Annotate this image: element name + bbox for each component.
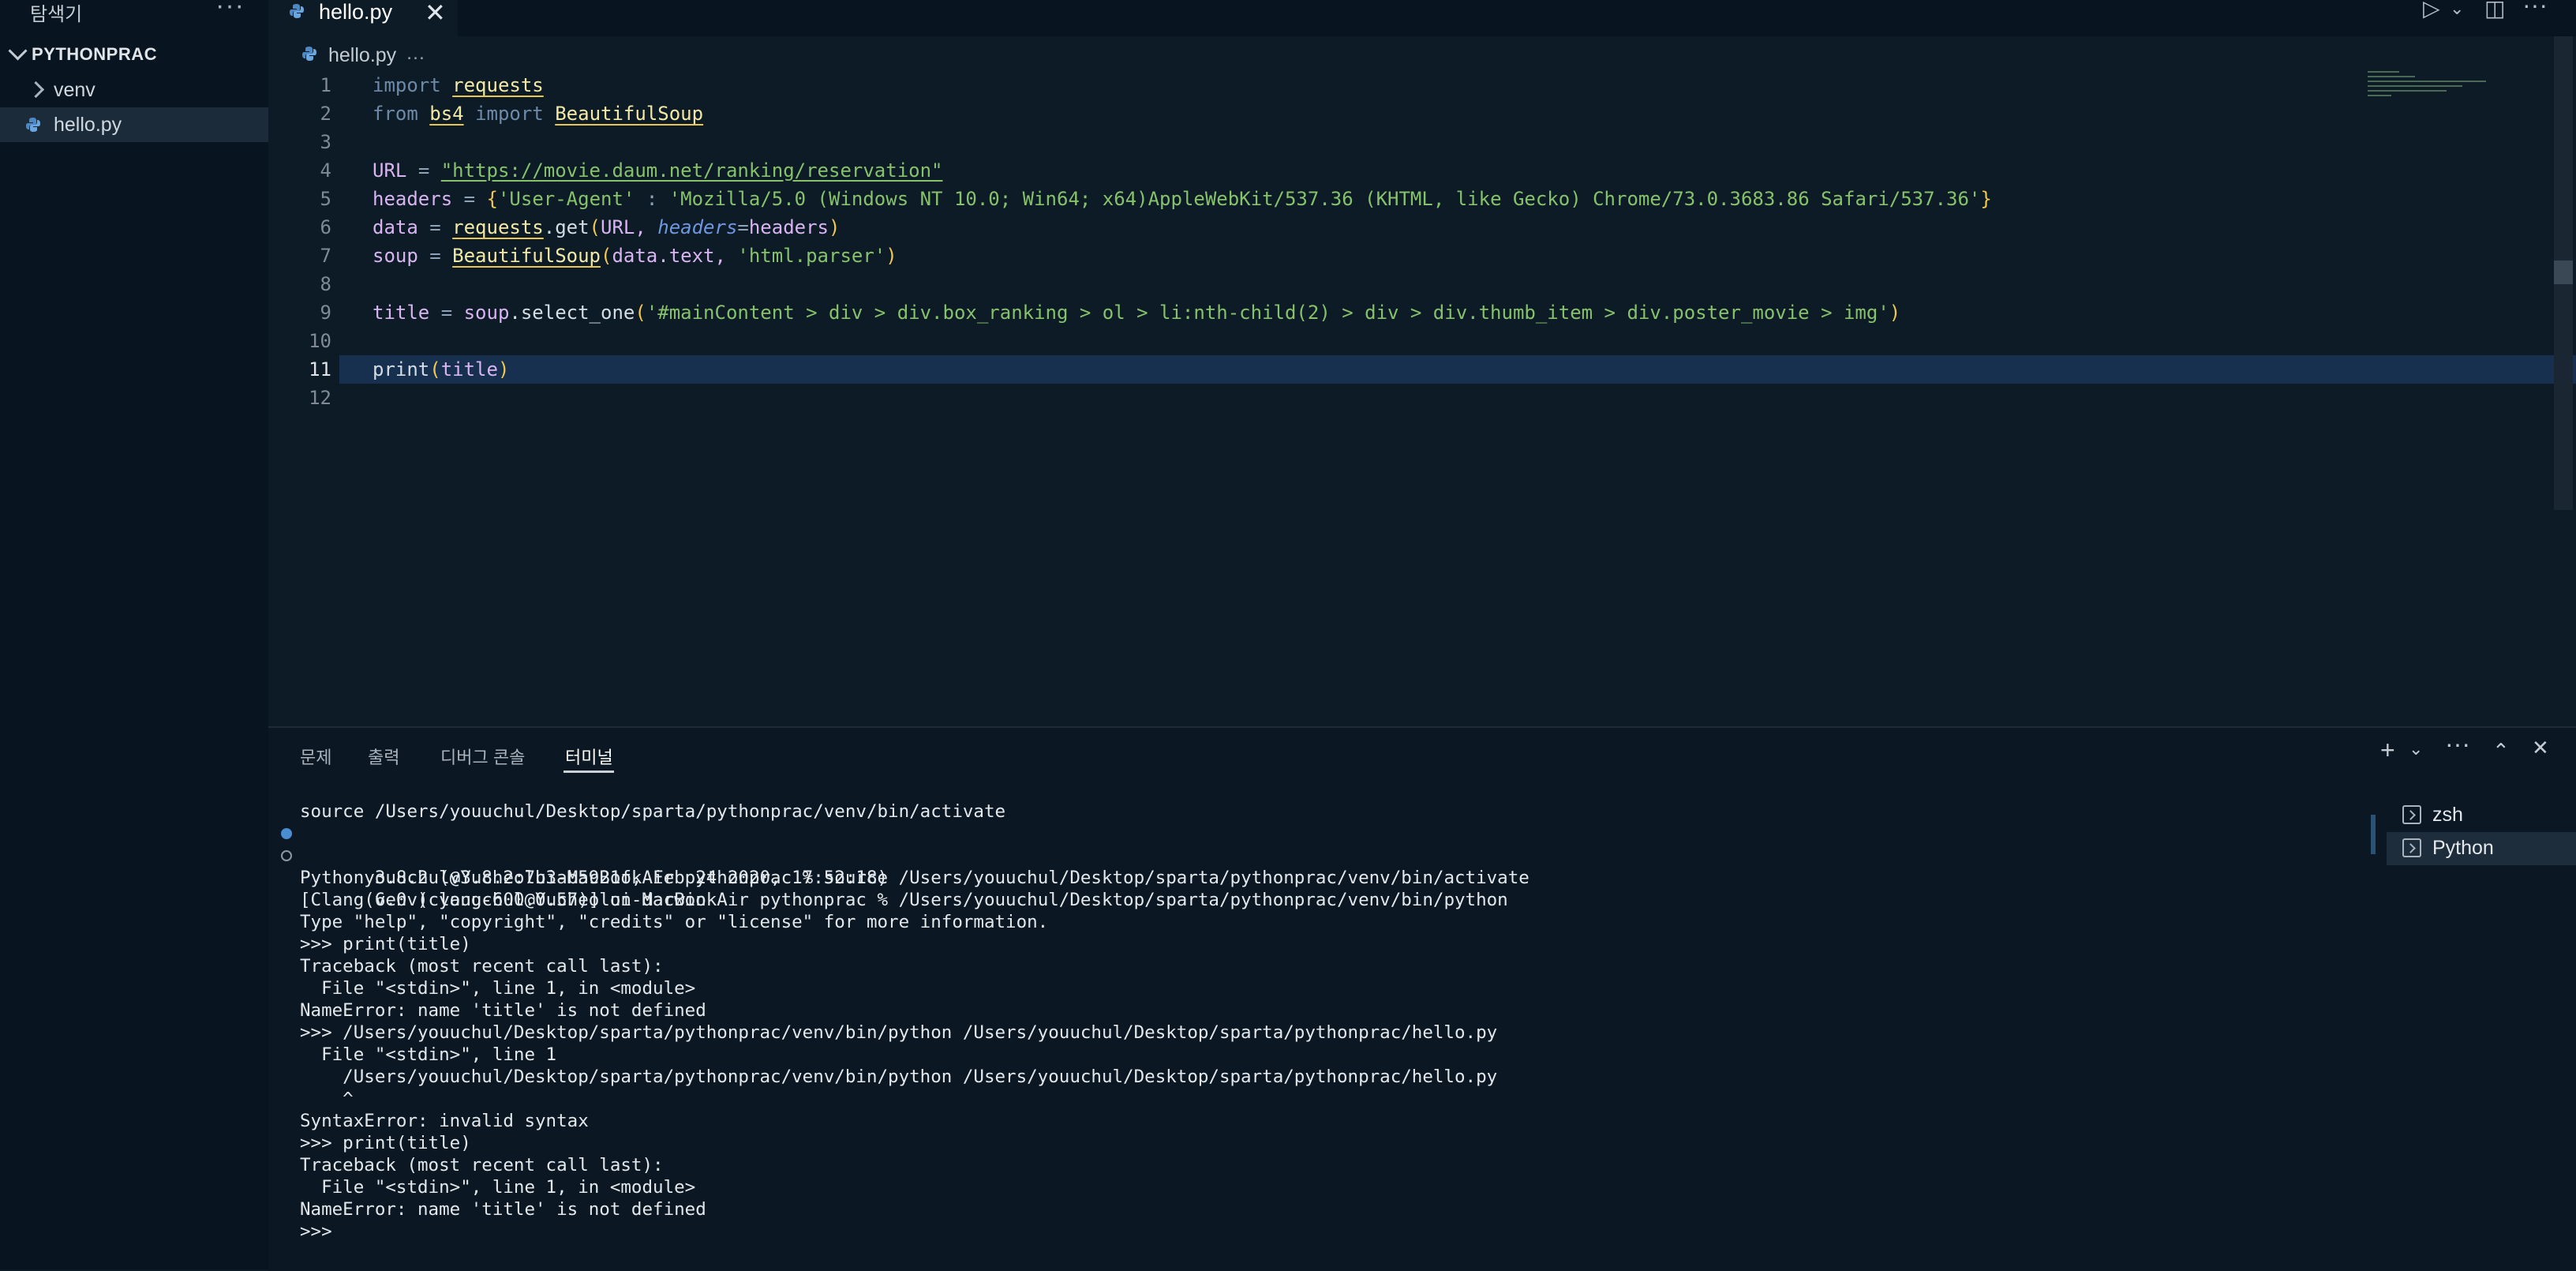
terminal-line: source /Users/youuchul/Desktop/sparta/py… bbox=[300, 801, 1006, 822]
code-line: 3 bbox=[268, 128, 2363, 156]
terminal-item-python[interactable]: Python bbox=[2387, 832, 2576, 865]
line-number: 4 bbox=[320, 159, 331, 182]
sidebar-title: 탐색기 bbox=[30, 4, 83, 25]
terminal-prompt: >>> bbox=[300, 1221, 343, 1242]
python-file-icon bbox=[26, 118, 40, 132]
maximize-panel-icon[interactable]: ⌃ bbox=[2492, 739, 2510, 763]
code-line: 5 headers = {'User-Agent' : 'Mozilla/5.0… bbox=[268, 185, 2363, 213]
code-editor[interactable]: 1 import requests 2 from bs4 import Beau… bbox=[268, 71, 2576, 726]
more-actions-icon[interactable]: ··· bbox=[2522, 0, 2548, 20]
tab-problems[interactable]: 문제 bbox=[300, 744, 331, 769]
run-dropdown-icon[interactable]: ⌄ bbox=[2450, 0, 2464, 19]
terminal-line: File "<stdin>", line 1, in <module> bbox=[300, 978, 696, 999]
terminal-scroll-indicator bbox=[2371, 815, 2376, 854]
tab-output[interactable]: 출력 bbox=[368, 744, 399, 769]
editor-actions: ▷ ⌄ ◫ ··· bbox=[2418, 0, 2576, 24]
scrollbar-thumb[interactable] bbox=[2554, 261, 2573, 284]
terminal-item-zsh[interactable]: zsh bbox=[2387, 799, 2576, 832]
tab-hello-py[interactable]: hello.py ✕ bbox=[268, 0, 458, 36]
code-line: 8 bbox=[268, 270, 2363, 298]
python-file-icon bbox=[302, 47, 316, 61]
close-panel-icon[interactable]: ✕ bbox=[2532, 736, 2549, 760]
tree-item-hello-py[interactable]: hello.py bbox=[0, 107, 268, 142]
terminal-line: ^ bbox=[300, 1089, 354, 1109]
terminal-dropdown-icon[interactable]: ⌄ bbox=[2409, 739, 2423, 759]
terminal-line: NameError: name 'title' is not defined bbox=[300, 1199, 706, 1220]
terminal-line: >>> print(title) bbox=[300, 1133, 471, 1153]
line-number: 6 bbox=[320, 216, 331, 238]
tree-item-label: venv bbox=[54, 79, 95, 101]
bottom-panel: 문제 출력 디버그 콘솔 터미널 + ⌄ ··· ⌃ ✕ source /Use… bbox=[268, 726, 2576, 1271]
line-number: 9 bbox=[320, 302, 331, 324]
code-line: 12 bbox=[268, 384, 2363, 412]
code-line: 9 title = soup.select_one('#mainContent … bbox=[268, 298, 2363, 327]
terminal-item-label: zsh bbox=[2432, 804, 2463, 826]
terminal-line: File "<stdin>", line 1 bbox=[300, 1044, 557, 1065]
add-terminal-icon[interactable]: + bbox=[2380, 736, 2395, 765]
terminal-item-label: Python bbox=[2432, 837, 2494, 859]
code-line: 1 import requests bbox=[268, 71, 2363, 99]
code-line: 2 from bs4 import BeautifulSoup bbox=[268, 99, 2363, 128]
sidebar-header: 탐색기 ··· bbox=[0, 0, 268, 25]
code-line: 4 URL = "https://movie.daum.net/ranking/… bbox=[268, 156, 2363, 185]
line-number: 1 bbox=[320, 74, 331, 96]
tab-debug-console[interactable]: 디버그 콘솔 bbox=[440, 744, 525, 769]
workspace-section-header[interactable]: PYTHONPRAC bbox=[0, 39, 268, 71]
tree-item-venv[interactable]: venv bbox=[0, 73, 268, 107]
sidebar-more-icon[interactable]: ··· bbox=[215, 0, 245, 21]
code-line: 6 data = requests.get(URL, headers=heade… bbox=[268, 213, 2363, 242]
tab-terminal[interactable]: 터미널 bbox=[565, 744, 613, 769]
terminal-line: >>> print(title) bbox=[300, 934, 471, 954]
python-file-icon bbox=[290, 4, 304, 18]
run-icon[interactable]: ▷ bbox=[2423, 0, 2440, 21]
code-line: 7 soup = BeautifulSoup(data.text, 'html.… bbox=[268, 242, 2363, 270]
terminal-line: Type "help", "copyright", "credits" or "… bbox=[300, 912, 1049, 932]
chevron-down-icon bbox=[8, 41, 28, 61]
close-icon[interactable]: ✕ bbox=[425, 0, 446, 28]
terminal-line: youuchul@Yucheolui-MacBookAir pythonprac… bbox=[281, 823, 2576, 888]
breadcrumb-ellipsis[interactable]: … bbox=[406, 42, 425, 65]
minimap[interactable] bbox=[2368, 71, 2541, 118]
terminal-icon bbox=[2402, 805, 2421, 824]
chevron-right-icon bbox=[27, 81, 45, 99]
tab-label: hello.py bbox=[319, 0, 393, 24]
line-number: 7 bbox=[320, 245, 331, 267]
active-tab-indicator bbox=[564, 770, 614, 773]
split-editor-icon[interactable]: ◫ bbox=[2484, 0, 2505, 21]
code-line-current: 11 print(title) bbox=[309, 355, 2576, 384]
command-success-dot[interactable] bbox=[281, 828, 292, 839]
line-number: 5 bbox=[320, 188, 331, 210]
terminal-line: >>> /Users/youuchul/Desktop/sparta/pytho… bbox=[300, 1022, 1498, 1043]
terminal-line: (venv) youuchul@Yucheolui-MacBookAir pyt… bbox=[281, 845, 2576, 910]
explorer-sidebar: 탐색기 ··· PYTHONPRAC venv hello.py bbox=[0, 0, 268, 1269]
terminal-line: /Users/youuchul/Desktop/sparta/pythonpra… bbox=[300, 1067, 1498, 1087]
tree-item-label: hello.py bbox=[54, 114, 122, 136]
terminal-output[interactable]: source /Users/youuchul/Desktop/sparta/py… bbox=[281, 800, 2576, 1243]
terminal-line: Traceback (most recent call last): bbox=[300, 956, 664, 977]
breadcrumb-file[interactable]: hello.py bbox=[328, 44, 396, 67]
line-number: 3 bbox=[320, 131, 331, 153]
command-running-dot[interactable] bbox=[281, 850, 292, 861]
more-actions-icon[interactable]: ··· bbox=[2445, 729, 2470, 759]
workspace-name: PYTHONPRAC bbox=[32, 44, 158, 64]
terminal-line: Traceback (most recent call last): bbox=[300, 1155, 664, 1175]
line-number: 8 bbox=[320, 273, 331, 295]
terminal-icon bbox=[2402, 838, 2421, 857]
terminal-line: NameError: name 'title' is not defined bbox=[300, 1000, 706, 1021]
line-number: 12 bbox=[309, 387, 331, 409]
editor-tab-bar: hello.py ✕ ▷ ⌄ ◫ ··· bbox=[268, 0, 2576, 36]
terminal-line: SyntaxError: invalid syntax bbox=[300, 1111, 589, 1131]
terminal-list: zsh Python bbox=[2387, 785, 2576, 865]
line-number: 11 bbox=[309, 358, 331, 381]
code-line: 10 bbox=[268, 327, 2363, 355]
line-number: 10 bbox=[309, 330, 331, 352]
terminal-line: File "<stdin>", line 1, in <module> bbox=[300, 1177, 696, 1198]
line-number: 2 bbox=[320, 103, 331, 125]
